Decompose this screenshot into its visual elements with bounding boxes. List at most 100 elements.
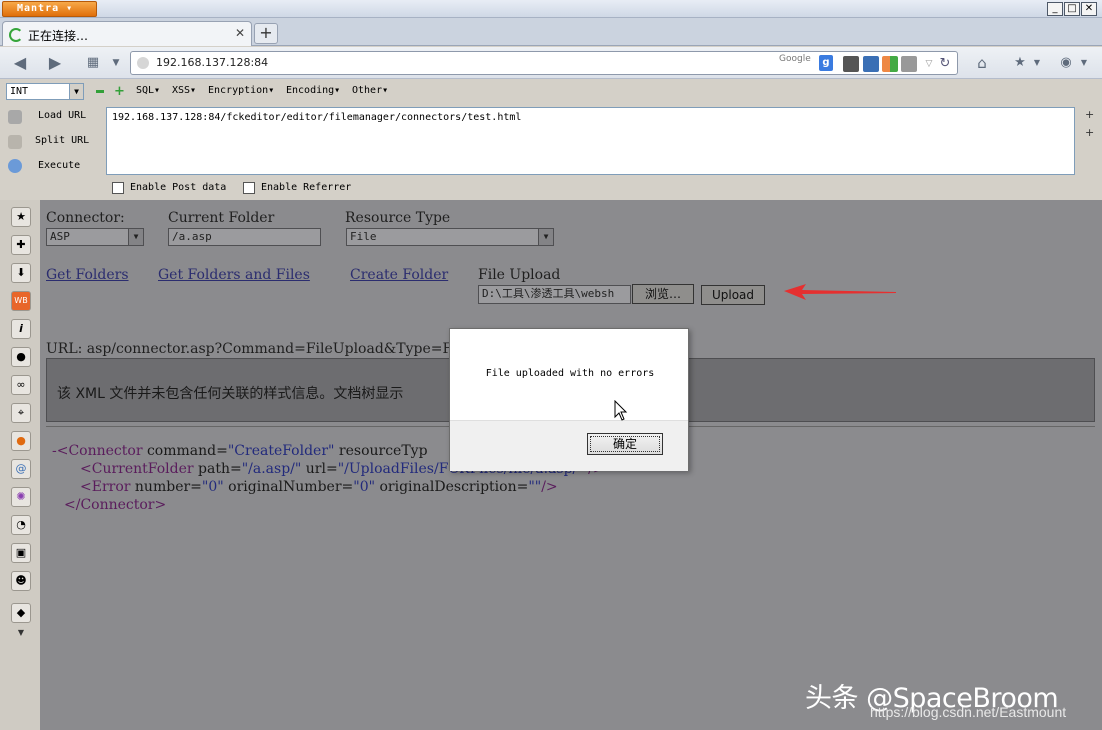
forward-arrow-icon[interactable]: ▶ <box>45 54 65 72</box>
scissors-icon <box>8 135 22 149</box>
google-g-icon[interactable]: g <box>819 55 833 71</box>
menu-encryption[interactable]: Encryption▾ <box>208 85 274 96</box>
file-path-input[interactable]: D:\工具\渗透工具\websh <box>478 285 631 304</box>
search-engine-label: Google <box>779 54 811 64</box>
sidebar-scroll-down-icon[interactable]: ▼ <box>11 628 31 638</box>
new-tab-button[interactable]: + <box>254 23 278 44</box>
split-url-button[interactable]: Split URL <box>35 135 89 146</box>
connector-arrow-icon: ▼ <box>128 229 143 245</box>
scroll-up-icon[interactable]: + <box>1085 109 1097 121</box>
hackbar-type-select[interactable]: INT ▼ <box>6 83 84 100</box>
hackbar-panel: INT ▼ + SQL▾ XSS▾ Encryption▾ Encoding▾ … <box>0 79 1102 200</box>
resource-type-arrow-icon: ▼ <box>538 229 553 245</box>
current-folder-input[interactable]: /a.asp <box>168 228 321 246</box>
red-arrow-annotation <box>784 284 896 300</box>
web-developer-icon[interactable]: WB <box>11 291 31 311</box>
hackbar-url-textarea[interactable]: 192.168.137.128:84/fckeditor/editor/file… <box>106 107 1075 175</box>
execute-button[interactable]: Execute <box>38 160 80 171</box>
address-text: 192.168.137.128:84 <box>156 56 269 69</box>
chat-dropdown-icon[interactable]: ▼ <box>1074 54 1094 72</box>
resource-type-select[interactable]: File ▼ <box>346 228 554 246</box>
back-arrow-icon[interactable]: ◀ <box>10 54 30 72</box>
file-upload-label: File Upload <box>478 267 561 283</box>
xml-connector-open[interactable]: -<Connector command="CreateFolder" resou… <box>52 443 428 459</box>
palette-icon[interactable]: ◔ <box>11 515 31 535</box>
grid-icon[interactable]: ▦ <box>83 54 103 72</box>
get-folders-and-files-link[interactable]: Get Folders and Files <box>158 267 310 283</box>
cube-icon[interactable]: ◆ <box>11 603 31 623</box>
url-dropdown-icon[interactable]: ▽ <box>921 56 937 72</box>
file-path-value: D:\工具\渗透工具\websh <box>482 287 615 300</box>
alert-dialog: File uploaded with no errors 确定 <box>449 328 689 471</box>
current-folder-value: /a.asp <box>172 230 212 243</box>
decrease-icon[interactable] <box>96 90 104 93</box>
tab-title: 正在连接… <box>28 29 89 43</box>
tab-close-icon[interactable]: ✕ <box>235 26 245 40</box>
loading-spinner-icon <box>9 28 23 42</box>
bookmark-dropdown-icon[interactable]: ▼ <box>1027 54 1047 72</box>
server-icon[interactable] <box>901 56 917 72</box>
title-bar: Mantra ▾ _ □ ✕ <box>0 0 1102 18</box>
tab-bar: 正在连接… ✕ + <box>0 18 1102 46</box>
resource-type-label: Resource Type <box>345 210 451 226</box>
hackbar-url-value: 192.168.137.128:84/fckeditor/editor/file… <box>112 112 522 123</box>
menu-xss[interactable]: XSS▾ <box>172 85 196 96</box>
iis-icon[interactable] <box>843 56 859 72</box>
mouse-pointer-icon <box>614 400 628 421</box>
firebug-icon[interactable]: ● <box>11 431 31 451</box>
connector-value: ASP <box>50 230 70 243</box>
get-folders-link[interactable]: Get Folders <box>46 267 129 283</box>
reload-icon[interactable]: ↻ <box>937 56 953 72</box>
maximize-button[interactable]: □ <box>1064 2 1080 16</box>
select-arrow-icon: ▼ <box>69 84 83 99</box>
address-bar[interactable]: 192.168.137.128:84 Google g ▽ ↻ <box>130 51 958 75</box>
execute-play-icon <box>8 159 22 173</box>
scroll-down-icon[interactable]: + <box>1085 127 1097 139</box>
robot-icon[interactable]: ☻ <box>11 571 31 591</box>
history-dropdown-icon[interactable]: ▼ <box>106 54 126 72</box>
app-menu-button[interactable]: Mantra ▾ <box>2 1 97 17</box>
close-window-button[interactable]: ✕ <box>1081 2 1097 16</box>
side-toolbar: ★ ✚ ⬇ WB i ● ∞ ⌖ ● @ ✺ ◔ ▣ ☻ ◆ ▼ <box>0 200 40 730</box>
enable-post-checkbox[interactable] <box>112 182 124 194</box>
ok-button[interactable]: 确定 <box>587 433 663 455</box>
page-globe-icon <box>137 57 149 69</box>
app-name: Mantra <box>17 3 60 14</box>
xml-error: <Error number="0" originalNumber="0" ori… <box>80 479 558 495</box>
window-icon[interactable]: ▣ <box>11 543 31 563</box>
watermark-csdn: https://blog.csdn.net/Eastmount <box>870 704 1067 720</box>
enable-referrer-checkbox[interactable] <box>243 182 255 194</box>
create-folder-link[interactable]: Create Folder <box>350 267 448 283</box>
url-line: URL: asp/connector.asp?Command=FileUploa… <box>46 341 470 357</box>
connector-label: Connector: <box>46 210 125 226</box>
green-orb-icon[interactable]: ● <box>11 347 31 367</box>
cursor-select-icon[interactable]: ⌖ <box>11 403 31 423</box>
download-icon[interactable]: ⬇ <box>11 263 31 283</box>
increase-icon[interactable]: + <box>114 85 125 98</box>
load-url-icon <box>8 110 22 124</box>
xml-connector-close: </Connector> <box>64 497 167 513</box>
minimize-button[interactable]: _ <box>1047 2 1063 16</box>
home-icon[interactable]: ⌂ <box>972 54 992 72</box>
windows-flag-icon[interactable] <box>882 56 898 72</box>
connector-select[interactable]: ASP ▼ <box>46 228 144 246</box>
menu-encoding[interactable]: Encoding▾ <box>286 85 340 96</box>
load-url-button[interactable]: Load URL <box>38 110 86 121</box>
virus-icon[interactable]: ✺ <box>11 487 31 507</box>
navigation-bar: ◀ ▶ ▦ ▼ 192.168.137.128:84 Google g ▽ ↻ … <box>0 47 1102 79</box>
info-icon[interactable]: i <box>11 319 31 339</box>
spiral-icon[interactable]: @ <box>11 459 31 479</box>
link-chain-icon[interactable]: ∞ <box>11 375 31 395</box>
upload-button[interactable]: Upload <box>701 285 765 305</box>
browse-button[interactable]: 浏览… <box>632 284 694 304</box>
puzzle-icon[interactable]: ✚ <box>11 235 31 255</box>
enable-referrer-label: Enable Referrer <box>261 182 352 193</box>
chat-bubble-icon[interactable]: ◉ <box>1056 54 1076 72</box>
menu-other[interactable]: Other▾ <box>352 85 388 96</box>
tab-loading[interactable]: 正在连接… ✕ <box>2 21 252 46</box>
dialog-message: File uploaded with no errors <box>485 368 655 379</box>
menu-sql[interactable]: SQL▾ <box>136 85 160 96</box>
asp-net-icon[interactable] <box>863 56 879 72</box>
hackbar-type-value: INT <box>10 86 29 97</box>
star-icon[interactable]: ★ <box>11 207 31 227</box>
